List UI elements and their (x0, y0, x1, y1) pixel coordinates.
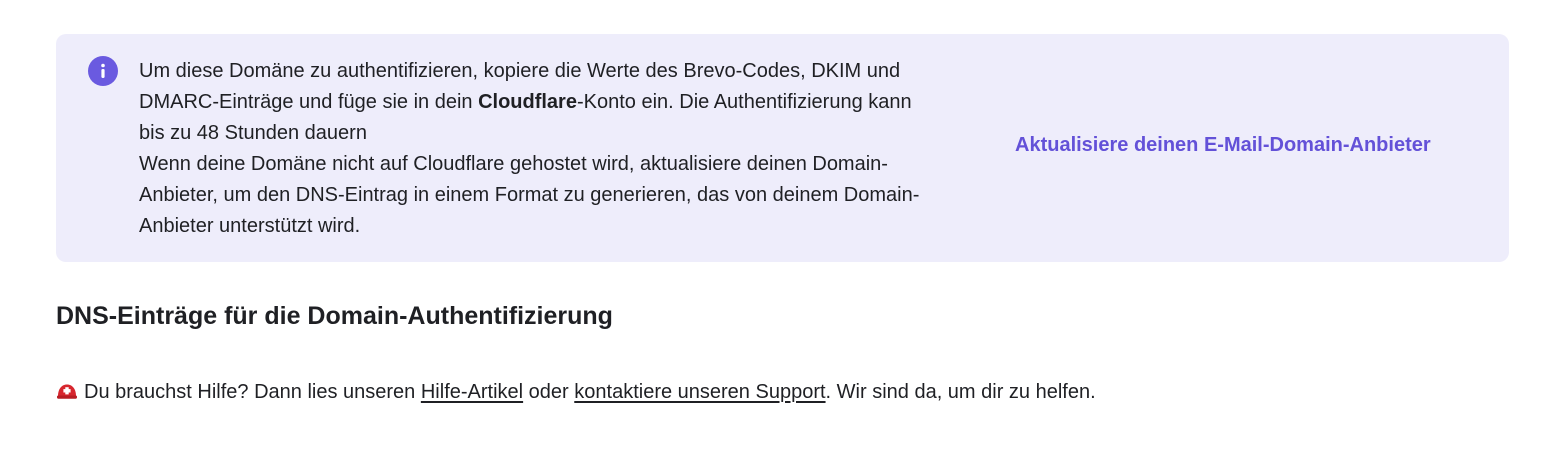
help-text: . Wir sind da, um dir zu helfen. (825, 381, 1096, 403)
section-title: DNS-Einträge für die Domain-Authentifizi… (56, 302, 613, 330)
info-message-line: Um diese Domäne zu authentifizieren, kop… (139, 60, 901, 82)
info-message-line: Anbieter, um den DNS-Eintrag in einem Fo… (139, 184, 920, 206)
rescue-helmet-icon (56, 381, 78, 403)
help-message: Du brauchst Hilfe? Dann lies unseren Hil… (56, 378, 1096, 406)
help-text: oder (523, 381, 575, 403)
page: Um diese Domäne zu authentifizieren, kop… (0, 0, 1560, 460)
provider-name: Cloudflare (478, 91, 577, 113)
info-message-line: Anbieter unterstützt wird. (139, 215, 361, 237)
info-message-text: -Konto ein. Die Authentifizierung kann (576, 91, 912, 113)
info-message-line: DMARC-Einträge und füge sie in dein Clou… (139, 87, 999, 118)
info-message-text: DMARC-Einträge und füge sie in dein (139, 91, 479, 113)
help-text: Du brauchst Hilfe? Dann lies unseren (84, 381, 421, 403)
info-message: Um diese Domäne zu authentifizieren, kop… (139, 56, 999, 242)
info-message-line: bis zu 48 Stunden dauern (139, 122, 367, 144)
info-message-line: Wenn deine Domäne nicht auf Cloudflare g… (139, 153, 888, 175)
info-icon (88, 56, 118, 86)
contact-support-link[interactable]: kontaktiere unseren Support (574, 378, 825, 406)
help-article-link[interactable]: Hilfe-Artikel (421, 378, 523, 406)
info-banner: Um diese Domäne zu authentifizieren, kop… (56, 34, 1509, 262)
update-domain-provider-link[interactable]: Aktualisiere deinen E-Mail-Domain-Anbiet… (1015, 134, 1431, 157)
